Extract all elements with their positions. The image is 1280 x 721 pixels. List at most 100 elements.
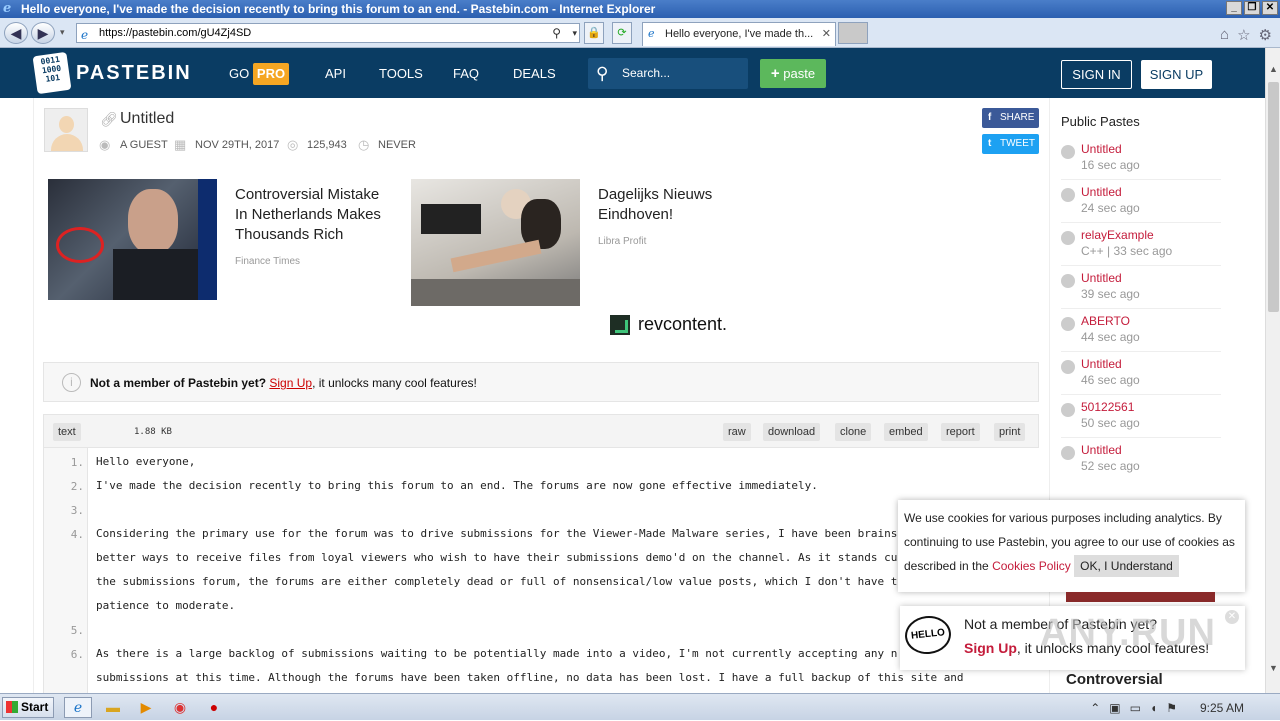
facebook-share-button[interactable]: f SHARE: [982, 108, 1039, 128]
sidebar-paste-item[interactable]: Untitled 16 sec ago: [1061, 139, 1221, 180]
globe-icon: [1061, 403, 1075, 417]
favorites-star-icon[interactable]: ☆: [1237, 26, 1250, 44]
back-button[interactable]: ◀: [4, 22, 28, 44]
popup-sign-up-link[interactable]: Sign Up: [964, 640, 1017, 656]
window-title: Hello everyone, I've made the decision r…: [21, 2, 656, 16]
nav-faq[interactable]: FAQ: [453, 66, 479, 81]
cookies-policy-link[interactable]: Cookies Policy: [992, 559, 1071, 573]
info-icon: i: [62, 373, 81, 392]
maximize-button[interactable]: ❐: [1244, 1, 1260, 15]
syntax-label[interactable]: text: [53, 423, 81, 441]
address-dropdown-icon[interactable]: ▾: [572, 24, 577, 42]
report-button[interactable]: report: [941, 423, 980, 441]
sidebar-paste-item[interactable]: relayExample C++ | 33 sec ago: [1061, 225, 1221, 266]
sidebar-paste-item[interactable]: ABERTO 44 sec ago: [1061, 311, 1221, 352]
page-scrollbar[interactable]: ▲ ▼: [1265, 48, 1280, 693]
browser-navbar: ◀ ▶ ▾ e https://pastebin.com/gU4Zj4SD ⚲ …: [0, 18, 1280, 48]
tweet-label: TWEET: [1000, 138, 1035, 149]
ie-icon: e: [3, 1, 12, 16]
cookie-banner: We use cookies for various purposes incl…: [898, 500, 1245, 592]
volume-icon[interactable]: ◖: [1150, 701, 1157, 715]
scrollbar-thumb[interactable]: [1268, 82, 1279, 312]
guest-avatar: [44, 108, 88, 152]
paste-author[interactable]: A GUEST: [120, 139, 168, 151]
ie-favicon-icon: e: [81, 28, 89, 42]
close-window-button[interactable]: ✕: [1262, 1, 1278, 15]
clock[interactable]: 9:25 AM: [1200, 701, 1244, 715]
ad-image-1[interactable]: [48, 179, 217, 300]
tray-expand-icon[interactable]: ⌃: [1090, 701, 1100, 715]
settings-gear-icon[interactable]: ⚙: [1259, 26, 1272, 44]
paste-views: 125,943: [307, 139, 347, 151]
code-line: submissions at this time. Although the f…: [96, 671, 964, 684]
nav-deals[interactable]: DEALS: [513, 66, 556, 81]
code-line: patience to moderate.: [96, 599, 236, 612]
taskbar-ie-icon[interactable]: e: [64, 697, 92, 718]
scroll-down-icon[interactable]: ▼: [1266, 663, 1280, 678]
taskbar: Start e ▬ ▶ ◉ ● ⌃ ▣ ▭ ◖ ⚑ 9:25 AM: [0, 693, 1280, 720]
system-tray: ⌃ ▣ ▭ ◖ ⚑ 9:25 AM: [1090, 694, 1280, 721]
embed-button[interactable]: embed: [884, 423, 928, 441]
minimize-button[interactable]: _: [1226, 1, 1242, 15]
start-button[interactable]: Start: [2, 697, 54, 718]
new-paste-button[interactable]: + paste: [760, 59, 826, 88]
flag-icon[interactable]: ⚑: [1166, 701, 1177, 715]
line-number: 2.: [70, 480, 84, 493]
refresh-icon[interactable]: ⟳: [612, 22, 632, 44]
globe-icon: [1061, 231, 1075, 245]
print-button[interactable]: print: [994, 423, 1026, 441]
new-tab-button[interactable]: [838, 22, 868, 44]
raw-button[interactable]: raw: [723, 423, 751, 441]
search-icon[interactable]: ⚲: [552, 24, 561, 42]
plus-icon: +: [770, 65, 780, 82]
taskbar-explorer-icon[interactable]: ▬: [99, 697, 127, 718]
sidebar-ad-image[interactable]: [1066, 592, 1215, 602]
sidebar-paste-item[interactable]: Untitled 39 sec ago: [1061, 268, 1221, 309]
sidebar-ad-title[interactable]: Controversial: [1066, 671, 1163, 688]
sidebar-paste-item[interactable]: 50122561 50 sec ago: [1061, 397, 1221, 438]
lock-icon[interactable]: 🔒: [584, 22, 604, 44]
twitter-tweet-button[interactable]: t TWEET: [982, 134, 1039, 154]
site-search-input[interactable]: ⚲ Search...: [588, 58, 748, 89]
sign-in-button[interactable]: SIGN IN: [1061, 60, 1132, 89]
ad-image-2[interactable]: [411, 179, 580, 306]
display-icon[interactable]: ▭: [1130, 701, 1141, 715]
taskbar-app-icon[interactable]: ●: [200, 697, 228, 718]
browser-tab[interactable]: e Hello everyone, I've made th... ✕: [642, 22, 836, 46]
tab-favicon-icon: e: [648, 27, 655, 40]
sidebar-paste-item[interactable]: Untitled 24 sec ago: [1061, 182, 1221, 223]
member-notice: i Not a member of Pastebin yet? Sign Up,…: [43, 362, 1039, 402]
close-tab-icon[interactable]: ✕: [822, 23, 831, 45]
nav-api[interactable]: API: [325, 66, 346, 81]
revcontent-logo[interactable]: revcontent.: [610, 314, 727, 336]
code-area[interactable]: 1. Hello everyone, 2. I've made the deci…: [43, 448, 1039, 693]
sidebar-paste-item[interactable]: Untitled 46 sec ago: [1061, 354, 1221, 395]
globe-icon: [1061, 360, 1075, 374]
clone-button[interactable]: clone: [835, 423, 872, 441]
scroll-up-icon[interactable]: ▲: [1266, 64, 1280, 79]
sidebar-paste-item[interactable]: Untitled 52 sec ago: [1061, 440, 1221, 481]
download-button[interactable]: download: [763, 423, 821, 441]
globe-icon: [1061, 145, 1075, 159]
history-dropdown-icon[interactable]: ▾: [60, 27, 65, 38]
ad-source-1: Finance Times: [235, 256, 301, 267]
address-bar[interactable]: e https://pastebin.com/gU4Zj4SD ⚲ ▾: [76, 23, 580, 43]
forward-button[interactable]: ▶: [31, 22, 55, 44]
sign-up-button[interactable]: SIGN UP: [1141, 60, 1212, 89]
paste-title: Untitled: [120, 110, 175, 127]
nav-tools[interactable]: TOOLS: [379, 66, 423, 81]
pastebin-logo-icon[interactable]: 0011 1000 101: [32, 51, 72, 95]
home-icon[interactable]: ⌂: [1220, 26, 1229, 44]
sign-up-link[interactable]: Sign Up: [269, 376, 312, 390]
ad-title-1[interactable]: Controversial Mistake In Netherlands Make…: [235, 185, 381, 245]
network-icon[interactable]: ▣: [1109, 701, 1120, 715]
ad-title-2[interactable]: Dagelijks Nieuws Eindhoven!: [598, 185, 712, 225]
cookie-accept-button[interactable]: OK, I Understand: [1074, 555, 1179, 577]
window-titlebar: e Hello everyone, I've made the decision…: [0, 0, 1280, 18]
pro-badge[interactable]: PRO: [253, 63, 289, 85]
nav-go[interactable]: GO: [229, 66, 249, 81]
taskbar-media-player-icon[interactable]: ▶: [132, 697, 160, 718]
pastebin-logo-text[interactable]: PASTEBIN: [76, 62, 192, 85]
close-popup-icon[interactable]: ✕: [1225, 610, 1239, 624]
taskbar-chrome-icon[interactable]: ◉: [166, 697, 194, 718]
